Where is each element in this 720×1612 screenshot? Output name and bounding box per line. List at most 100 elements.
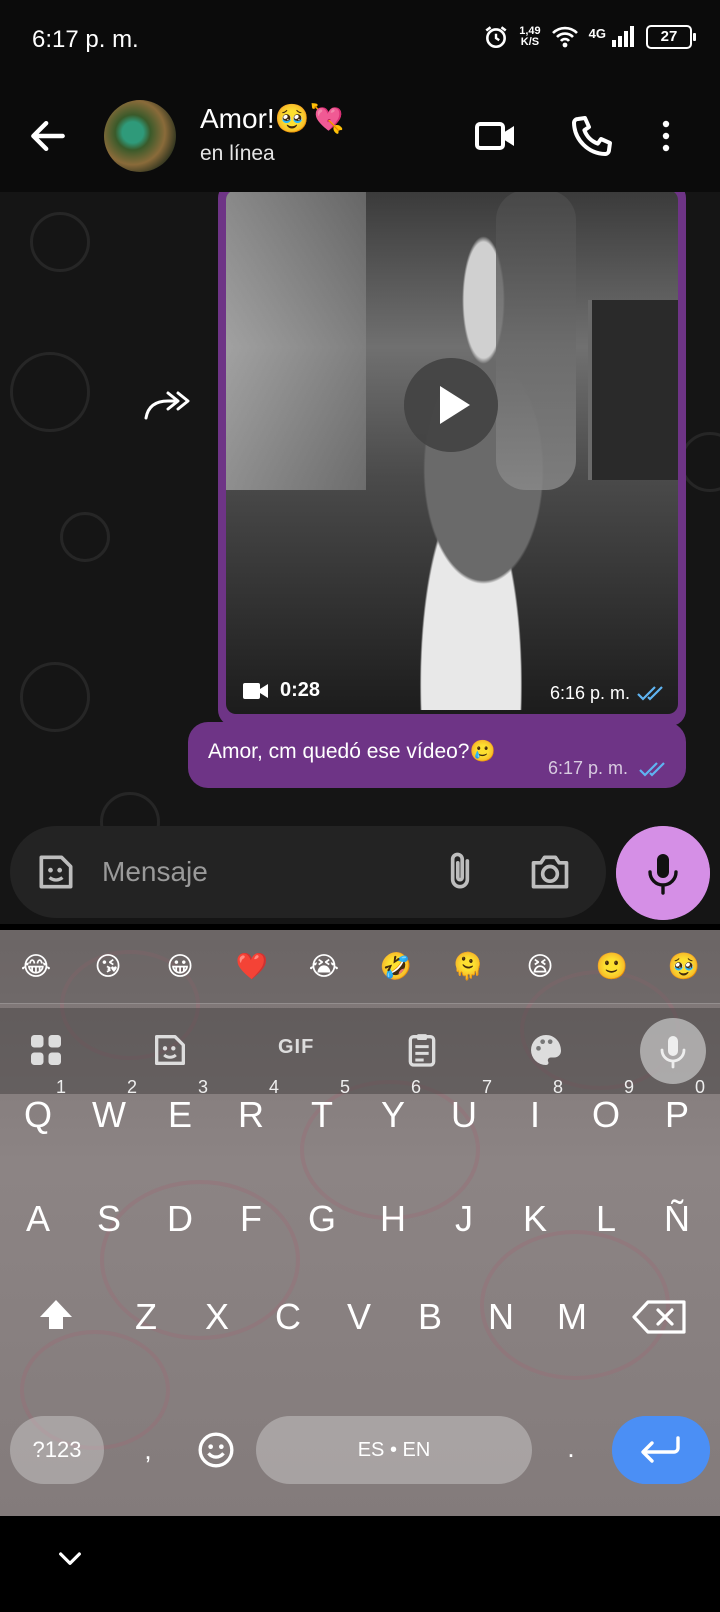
- chevron-down-icon[interactable]: [54, 1542, 86, 1574]
- key-c[interactable]: C: [254, 1272, 322, 1362]
- key-i[interactable]: I8: [501, 1070, 569, 1160]
- contact-avatar[interactable]: [104, 100, 176, 172]
- thumbnail-shelf: [588, 300, 678, 480]
- speed-unit: K/S: [520, 36, 540, 48]
- wallpaper-doodle: [30, 212, 90, 272]
- key-r[interactable]: R4: [217, 1070, 285, 1160]
- key-label: P: [664, 1094, 689, 1135]
- emoji-suggestion[interactable]: 🤣: [376, 951, 416, 982]
- key-n-tilde[interactable]: Ñ: [643, 1174, 711, 1264]
- video-duration: 0:28: [280, 679, 321, 701]
- emoji-suggestion[interactable]: 😫: [520, 951, 560, 982]
- key-l[interactable]: L: [572, 1174, 640, 1264]
- key-hint: 0: [694, 1077, 705, 1097]
- key-d[interactable]: D: [146, 1174, 214, 1264]
- key-hint: 2: [126, 1077, 137, 1097]
- text-message-bubble[interactable]: Amor, cm quedó ese vídeo?🥲 6:17 p. m.: [188, 722, 686, 788]
- shift-key[interactable]: [16, 1272, 96, 1362]
- key-hint: 1: [55, 1077, 66, 1097]
- key-label: O: [591, 1094, 620, 1135]
- keyboard: 😂 😘 😀 ❤️ 😭 🤣 🫠 😫 🙂 🥹 GIF Q1 W2 E3 R4 T5 …: [0, 930, 720, 1516]
- message-composer: [10, 826, 606, 918]
- key-o[interactable]: O9: [572, 1070, 640, 1160]
- key-hint: 5: [339, 1077, 350, 1097]
- emoji-suggestion[interactable]: 😂: [16, 951, 56, 982]
- video-call-icon[interactable]: [472, 112, 520, 160]
- key-t[interactable]: T5: [288, 1070, 356, 1160]
- key-m[interactable]: M: [538, 1272, 606, 1362]
- status-time: 6:17 p. m.: [32, 26, 139, 53]
- emoji-suggestion[interactable]: 🥹: [664, 951, 704, 982]
- battery-indicator: 27: [646, 25, 696, 49]
- key-q[interactable]: Q1: [4, 1070, 72, 1160]
- video-message-bubble[interactable]: 0:28 6:16 p. m.: [218, 192, 686, 726]
- key-s[interactable]: S: [75, 1174, 143, 1264]
- camera-icon[interactable]: [526, 850, 574, 894]
- palette-icon[interactable]: [526, 1030, 566, 1070]
- key-w[interactable]: W2: [75, 1070, 143, 1160]
- wallpaper-doodle: [60, 512, 110, 562]
- wallpaper-doodle: [680, 432, 720, 492]
- key-p[interactable]: P0: [643, 1070, 711, 1160]
- sticker-icon[interactable]: [150, 1030, 190, 1070]
- wallpaper-doodle: [10, 352, 90, 432]
- read-ticks-icon: [639, 762, 665, 777]
- key-label: Y: [380, 1094, 405, 1135]
- voice-call-icon[interactable]: [568, 112, 616, 160]
- status-icons: 1,49 K/S 4G 27: [483, 24, 696, 50]
- sticker-icon[interactable]: [34, 850, 78, 894]
- apps-grid-icon[interactable]: [26, 1030, 66, 1070]
- key-f[interactable]: F: [217, 1174, 285, 1264]
- key-label: R: [238, 1094, 264, 1135]
- gif-button[interactable]: GIF: [278, 1036, 314, 1059]
- alarm-icon: [485, 26, 507, 49]
- key-z[interactable]: Z: [112, 1272, 180, 1362]
- symbols-key[interactable]: ?123: [10, 1416, 104, 1484]
- key-hint: 6: [410, 1077, 421, 1097]
- emoji-suggestion[interactable]: 😭: [304, 951, 344, 982]
- key-label: Q: [23, 1094, 52, 1135]
- chat-header: Amor!🥹💘 en línea: [0, 84, 720, 192]
- period-key[interactable]: .: [556, 1416, 586, 1484]
- key-y[interactable]: Y6: [359, 1070, 427, 1160]
- key-label: W: [92, 1094, 126, 1135]
- key-j[interactable]: J: [430, 1174, 498, 1264]
- key-u[interactable]: U7: [430, 1070, 498, 1160]
- key-e[interactable]: E3: [146, 1070, 214, 1160]
- emoji-keyboard-icon[interactable]: [196, 1430, 236, 1470]
- back-arrow-icon[interactable]: [26, 114, 70, 158]
- message-input[interactable]: [102, 848, 402, 896]
- play-icon[interactable]: [404, 358, 498, 452]
- key-h[interactable]: H: [359, 1174, 427, 1264]
- backspace-key[interactable]: [622, 1272, 702, 1362]
- contact-status: en línea: [200, 142, 275, 165]
- enter-key[interactable]: [612, 1416, 710, 1484]
- space-key[interactable]: ES • EN: [256, 1416, 532, 1484]
- emoji-suggestion[interactable]: 😀: [160, 951, 200, 982]
- forward-icon[interactable]: [142, 388, 198, 424]
- video-thumbnail[interactable]: 0:28 6:16 p. m.: [226, 192, 678, 714]
- emoji-suggestion[interactable]: ❤️: [232, 951, 272, 982]
- navigation-bar: [0, 1516, 720, 1612]
- voice-record-button[interactable]: [616, 826, 710, 920]
- emoji-suggestion[interactable]: 🙂: [592, 951, 632, 982]
- key-k[interactable]: K: [501, 1174, 569, 1264]
- emoji-suggestion[interactable]: 🫠: [448, 951, 488, 982]
- key-b[interactable]: B: [396, 1272, 464, 1362]
- key-hint: 3: [197, 1077, 208, 1097]
- comma-key[interactable]: ,: [128, 1416, 168, 1484]
- key-hint: 7: [481, 1077, 492, 1097]
- key-label: E: [167, 1094, 192, 1135]
- key-v[interactable]: V: [325, 1272, 393, 1362]
- key-g[interactable]: G: [288, 1174, 356, 1264]
- more-vert-icon[interactable]: [652, 112, 680, 160]
- key-hint: 9: [623, 1077, 634, 1097]
- clipboard-icon[interactable]: [402, 1030, 442, 1070]
- contact-name[interactable]: Amor!🥹💘: [200, 102, 344, 135]
- key-a[interactable]: A: [4, 1174, 72, 1264]
- attach-icon[interactable]: [438, 848, 482, 896]
- key-x[interactable]: X: [183, 1272, 251, 1362]
- emoji-suggestion-row: 😂 😘 😀 ❤️ 😭 🤣 🫠 😫 🙂 🥹: [0, 930, 720, 1004]
- emoji-suggestion[interactable]: 😘: [88, 951, 128, 982]
- key-n[interactable]: N: [467, 1272, 535, 1362]
